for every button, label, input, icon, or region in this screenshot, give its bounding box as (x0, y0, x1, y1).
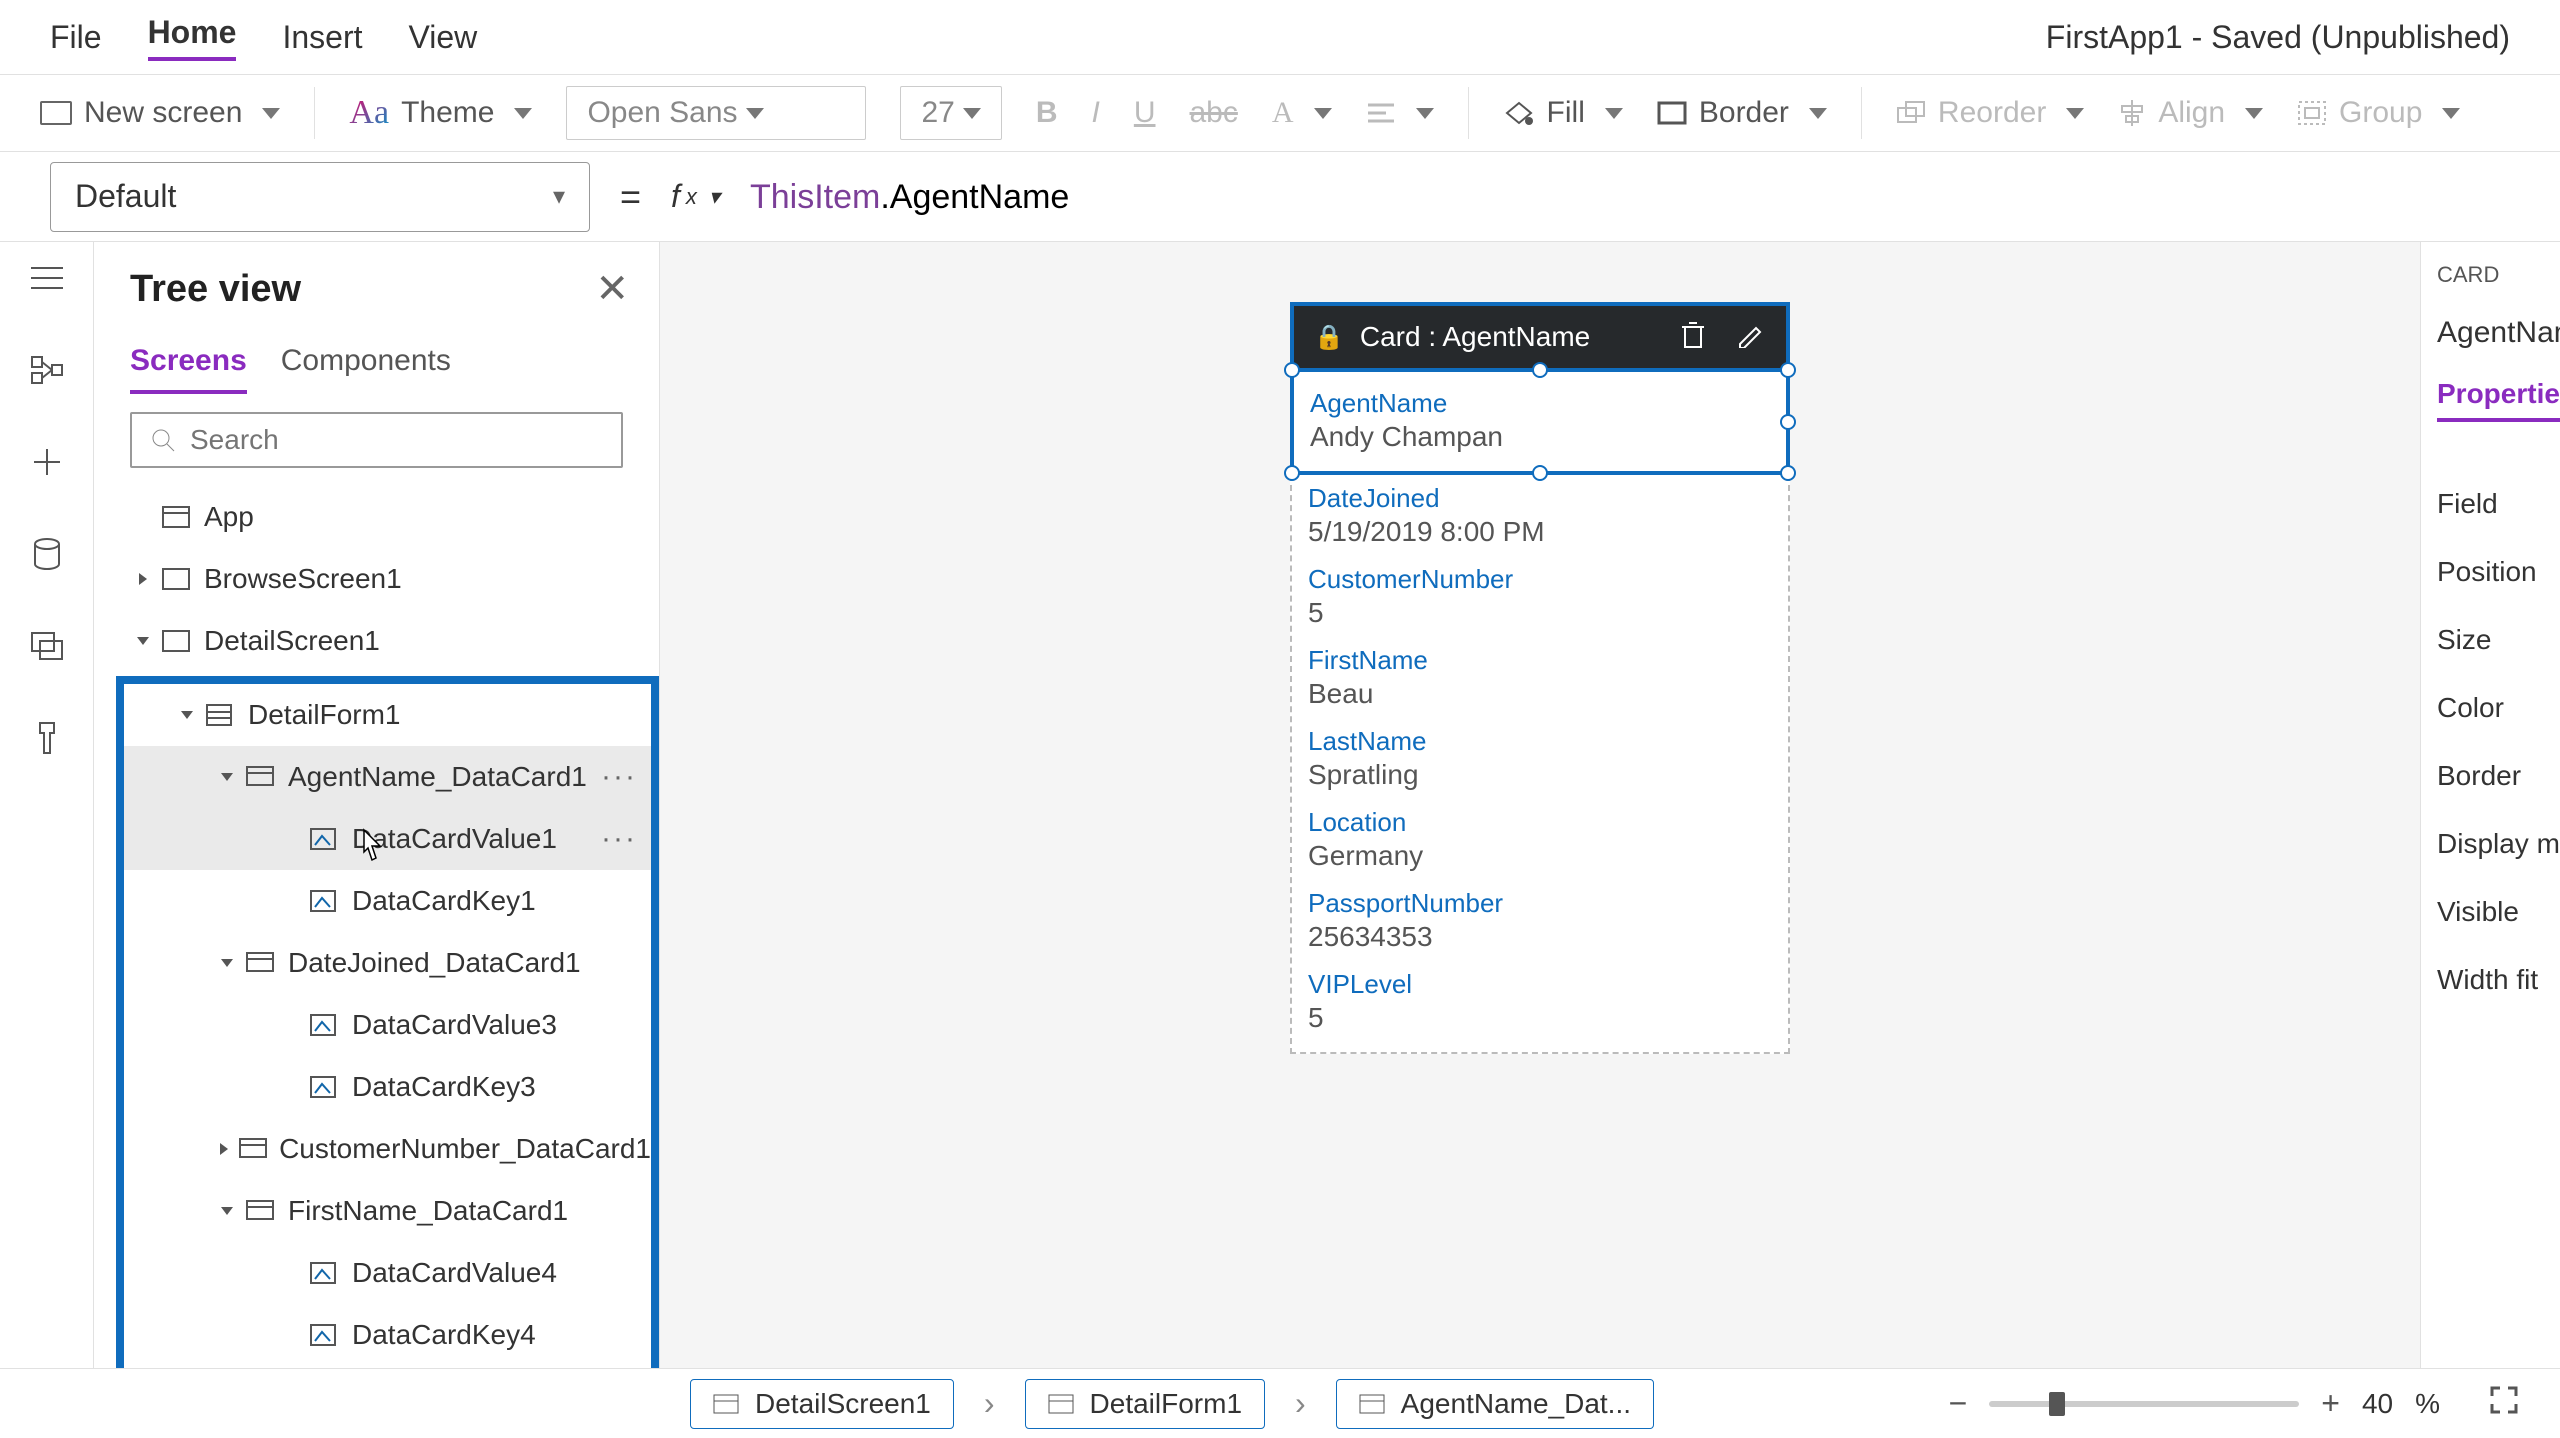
tree-item-lastname-datacard1[interactable]: LastName_DataCard1 (124, 1366, 651, 1368)
prop-row-width-fit[interactable]: Width fit (2437, 964, 2560, 996)
menu-home[interactable]: Home (148, 14, 237, 61)
property-select[interactable]: Default ▾ (50, 162, 590, 232)
theme-button[interactable]: AaTheme (349, 94, 532, 132)
delete-icon[interactable] (1680, 319, 1706, 356)
tree-view-panel: Tree view ✕ Screens Components AppBrowse… (94, 242, 660, 1368)
canvas[interactable]: 🔒 Card : AgentName AgentNameAndy Champan… (660, 242, 2420, 1368)
form-field-viplevel[interactable]: VIPLevel5 (1308, 961, 1772, 1042)
tree-item-datacardkey4[interactable]: DataCardKey4 (124, 1304, 651, 1366)
tree-item-agentname-datacard1[interactable]: AgentName_DataCard1··· (124, 746, 651, 808)
tree-item-detailform1[interactable]: DetailForm1 (124, 684, 651, 746)
prop-row-color[interactable]: Color (2437, 692, 2560, 724)
prop-row-field[interactable]: Field (2437, 488, 2560, 520)
form-field-customernumber[interactable]: CustomerNumber5 (1308, 556, 1772, 637)
tree-item-datacardvalue1[interactable]: DataCardValue1··· (124, 808, 651, 870)
tree-item-app[interactable]: App (94, 486, 659, 548)
zoom-unit: % (2415, 1388, 2440, 1420)
tree-item-datacardkey3[interactable]: DataCardKey3 (124, 1056, 651, 1118)
border-button[interactable]: Border (1657, 96, 1827, 130)
search-icon (150, 427, 176, 453)
zoom-out-button[interactable]: − (1949, 1385, 1968, 1422)
prop-row-border[interactable]: Border (2437, 760, 2560, 792)
more-icon[interactable]: ··· (601, 822, 637, 856)
text-align-button[interactable] (1366, 101, 1434, 125)
breadcrumb-0[interactable]: DetailScreen1 (690, 1379, 954, 1429)
tree-item-browsescreen1[interactable]: BrowseScreen1 (94, 548, 659, 610)
menu-bar: File Home Insert View FirstApp1 - Saved … (0, 0, 2560, 74)
reorder-button[interactable]: Reorder (1896, 96, 2084, 130)
lock-icon: 🔒 (1314, 323, 1344, 352)
tree-view-title: Tree view (130, 268, 301, 311)
group-button[interactable]: Group (2297, 96, 2460, 130)
form-field-location[interactable]: LocationGermany (1308, 799, 1772, 880)
prop-row-visible[interactable]: Visible (2437, 896, 2560, 928)
tree-search-input[interactable] (130, 412, 623, 468)
align-button[interactable]: Align (2118, 96, 2263, 130)
strike-button[interactable]: abc (1190, 96, 1238, 130)
tab-components[interactable]: Components (281, 344, 451, 394)
tree-view-icon[interactable] (27, 354, 67, 386)
data-icon[interactable] (27, 538, 67, 570)
zoom-value: 40 (2362, 1388, 2393, 1420)
breadcrumb-1[interactable]: DetailForm1 (1025, 1379, 1265, 1429)
left-rail (0, 242, 94, 1368)
prop-row-display-mo[interactable]: Display mo (2437, 828, 2560, 860)
formula-bar: Default ▾ = fx▾ ThisItem.AgentName (0, 152, 2560, 242)
underline-button[interactable]: U (1134, 96, 1156, 130)
breadcrumb-2[interactable]: AgentName_Dat... (1336, 1379, 1654, 1429)
equals-sign: = (620, 176, 641, 218)
fill-button[interactable]: Fill (1503, 96, 1623, 130)
bold-button[interactable]: B (1036, 96, 1058, 130)
highlighted-form-group: DetailForm1AgentName_DataCard1···DataCar… (116, 676, 659, 1368)
breadcrumb-bar: DetailScreen1›DetailForm1›AgentName_Dat.… (0, 1368, 2560, 1438)
card-header-label: Card : AgentName (1360, 321, 1590, 353)
form-body: DateJoined5/19/2019 8:00 PMCustomerNumbe… (1290, 475, 1790, 1054)
form-preview: 🔒 Card : AgentName AgentNameAndy Champan… (1290, 302, 1790, 1054)
form-field-lastname[interactable]: LastNameSpratling (1308, 718, 1772, 799)
tree-item-datejoined-datacard1[interactable]: DateJoined_DataCard1 (124, 932, 651, 994)
props-tab-properties[interactable]: Properties (2437, 378, 2560, 422)
more-icon[interactable]: ··· (601, 760, 637, 794)
font-select[interactable]: Open Sans (566, 86, 866, 140)
font-color-button[interactable]: A (1272, 96, 1332, 130)
media-icon[interactable] (27, 630, 67, 662)
ribbon: New screen AaTheme Open Sans 27 B I U ab… (0, 74, 2560, 152)
prop-row-position[interactable]: Position (2437, 556, 2560, 588)
form-field-firstname[interactable]: FirstNameBeau (1308, 637, 1772, 718)
close-icon[interactable]: ✕ (595, 266, 629, 312)
tree-item-datacardvalue3[interactable]: DataCardValue3 (124, 994, 651, 1056)
tab-screens[interactable]: Screens (130, 344, 247, 394)
formula-input[interactable]: ThisItem.AgentName (750, 177, 1069, 217)
tree-item-datacardkey1[interactable]: DataCardKey1 (124, 870, 651, 932)
menu-view[interactable]: View (409, 19, 478, 56)
form-field-passportnumber[interactable]: PassportNumber25634353 (1308, 880, 1772, 961)
menu-insert[interactable]: Insert (282, 19, 362, 56)
selected-data-card[interactable]: AgentNameAndy Champan (1290, 368, 1790, 475)
menu-file[interactable]: File (50, 19, 102, 56)
selected-card-header[interactable]: 🔒 Card : AgentName (1290, 302, 1790, 368)
edit-icon[interactable] (1736, 320, 1764, 355)
form-field-datejoined[interactable]: DateJoined5/19/2019 8:00 PM (1308, 475, 1772, 556)
props-name: AgentNam (2437, 316, 2560, 350)
italic-button[interactable]: I (1091, 96, 1099, 130)
prop-row-size[interactable]: Size (2437, 624, 2560, 656)
hamburger-icon[interactable] (27, 262, 67, 294)
props-type: CARD (2437, 262, 2560, 288)
fullscreen-icon[interactable] (2488, 1384, 2520, 1424)
insert-icon[interactable] (27, 446, 67, 478)
zoom-in-button[interactable]: + (2321, 1385, 2340, 1422)
app-title: FirstApp1 - Saved (Unpublished) (2046, 19, 2510, 56)
tree-item-firstname-datacard1[interactable]: FirstName_DataCard1 (124, 1180, 651, 1242)
tree-item-customernumber-datacard1[interactable]: CustomerNumber_DataCard1 (124, 1118, 651, 1180)
properties-panel: CARD AgentNam Properties Field Position Si… (2420, 242, 2560, 1368)
tree-item-detailscreen1[interactable]: DetailScreen1 (94, 610, 659, 672)
new-screen-button[interactable]: New screen (40, 96, 280, 130)
font-size-select[interactable]: 27 (900, 86, 1001, 140)
tree-item-datacardvalue4[interactable]: DataCardValue4 (124, 1242, 651, 1304)
fx-icon[interactable]: fx▾ (671, 178, 720, 215)
zoom-slider[interactable] (1989, 1401, 2299, 1407)
tools-icon[interactable] (27, 722, 67, 754)
